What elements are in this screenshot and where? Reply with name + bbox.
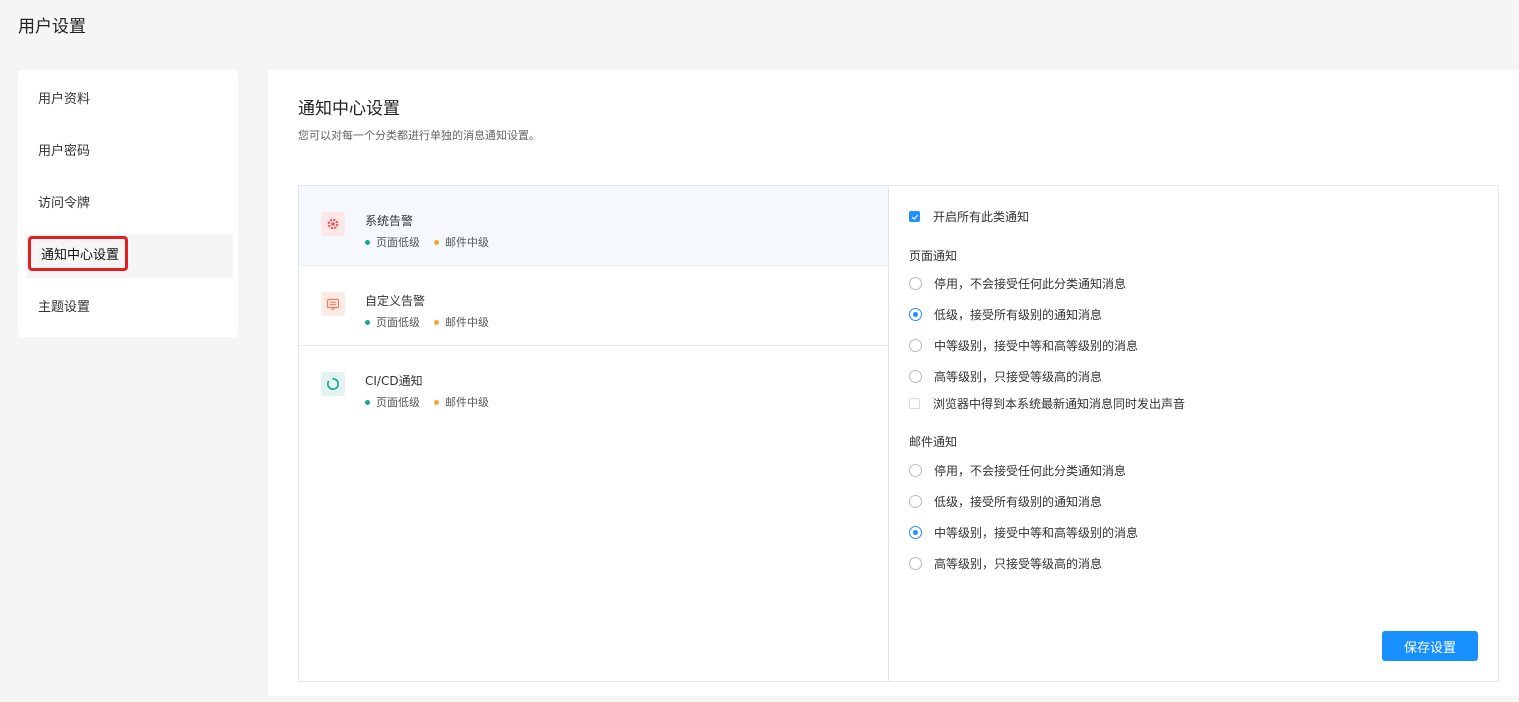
mail-level: 邮件中级 bbox=[445, 236, 489, 249]
category-name: 系统告警 bbox=[365, 214, 414, 228]
sidebar: 用户资料 用户密码 访问令牌 通知中心设置 主题设置 bbox=[18, 70, 238, 337]
mail-option-high[interactable]: 高等级别，只接受等级高的消息 bbox=[909, 555, 1102, 572]
mail-level-dot bbox=[434, 399, 439, 405]
radio-label: 停用，不会接受任何此分类通知消息 bbox=[934, 464, 1127, 478]
save-button[interactable]: 保存设置 bbox=[1382, 631, 1478, 661]
category-list: 系统告警 页面低级 邮件中级 自定义告警 页面低级 邮件中级 CI/CD通知 页… bbox=[299, 186, 889, 681]
category-levels: 页面低级 邮件中级 bbox=[365, 234, 489, 250]
enable-all-label: 开启所有此类通知 bbox=[933, 210, 1030, 224]
page-option-low[interactable]: 低级，接受所有级别的通知消息 bbox=[909, 306, 1102, 323]
page-option-disabled[interactable]: 停用，不会接受任何此分类通知消息 bbox=[909, 275, 1126, 292]
radio-unselected-icon[interactable] bbox=[909, 277, 922, 290]
refresh-icon bbox=[321, 372, 345, 396]
radio-selected-icon[interactable] bbox=[909, 308, 922, 321]
radio-selected-icon[interactable] bbox=[909, 526, 922, 539]
radio-unselected-icon[interactable] bbox=[909, 557, 922, 570]
page-level-dot bbox=[365, 399, 370, 405]
page-level: 页面低级 bbox=[376, 396, 420, 409]
radio-unselected-icon[interactable] bbox=[909, 339, 922, 352]
enable-all-checkbox[interactable]: 开启所有此类通知 bbox=[909, 208, 1029, 225]
mail-option-disabled[interactable]: 停用，不会接受任何此分类通知消息 bbox=[909, 462, 1126, 479]
sidebar-item-theme[interactable]: 主题设置 bbox=[26, 286, 233, 330]
category-custom-alert[interactable]: 自定义告警 页面低级 邮件中级 bbox=[299, 266, 888, 346]
notification-panel: 系统告警 页面低级 邮件中级 自定义告警 页面低级 邮件中级 CI/CD通知 页… bbox=[298, 185, 1499, 682]
page-title: 用户设置 bbox=[18, 17, 86, 37]
mail-level: 邮件中级 bbox=[445, 316, 489, 329]
category-levels: 页面低级 邮件中级 bbox=[365, 314, 489, 330]
page-level: 页面低级 bbox=[376, 316, 420, 329]
radio-label: 高等级别，只接受等级高的消息 bbox=[934, 557, 1103, 571]
radio-label: 低级，接受所有级别的通知消息 bbox=[934, 495, 1103, 509]
category-name: 自定义告警 bbox=[365, 294, 426, 308]
sidebar-item-label: 通知中心设置 bbox=[28, 236, 129, 271]
sidebar-item-notification-settings[interactable]: 通知中心设置 bbox=[26, 234, 233, 278]
category-levels: 页面低级 邮件中级 bbox=[365, 394, 489, 410]
main-content: 通知中心设置 您可以对每一个分类都进行单独的消息通知设置。 系统告警 页面低级 … bbox=[268, 70, 1519, 696]
radio-unselected-icon[interactable] bbox=[909, 464, 922, 477]
category-cicd[interactable]: CI/CD通知 页面低级 邮件中级 bbox=[299, 346, 888, 426]
sidebar-item-password[interactable]: 用户密码 bbox=[26, 130, 233, 174]
radio-label: 中等级别，接受中等和高等级别的消息 bbox=[934, 339, 1139, 353]
mail-level: 邮件中级 bbox=[445, 396, 489, 409]
radio-label: 中等级别，接受中等和高等级别的消息 bbox=[934, 526, 1139, 540]
category-system-alert[interactable]: 系统告警 页面低级 邮件中级 bbox=[299, 186, 888, 266]
sidebar-item-label: 访问令牌 bbox=[38, 196, 91, 211]
checkbox-checked-icon[interactable] bbox=[909, 211, 920, 222]
mail-level-dot bbox=[434, 319, 439, 325]
mail-option-medium[interactable]: 中等级别，接受中等和高等级别的消息 bbox=[909, 524, 1138, 541]
radio-unselected-icon[interactable] bbox=[909, 370, 922, 383]
sidebar-item-profile[interactable]: 用户资料 bbox=[26, 78, 233, 122]
page-notification-heading: 页面通知 bbox=[909, 249, 958, 263]
radio-label: 停用，不会接受任何此分类通知消息 bbox=[934, 277, 1127, 291]
checkbox-unchecked-icon[interactable] bbox=[909, 398, 920, 409]
section-subtitle: 您可以对每一个分类都进行单独的消息通知设置。 bbox=[298, 129, 540, 142]
mail-option-low[interactable]: 低级，接受所有级别的通知消息 bbox=[909, 493, 1102, 510]
mail-level-dot bbox=[434, 239, 439, 245]
page-level-dot bbox=[365, 319, 370, 325]
message-icon bbox=[321, 292, 345, 316]
browser-sound-label: 浏览器中得到本系统最新通知消息同时发出声音 bbox=[933, 397, 1186, 411]
section-title: 通知中心设置 bbox=[298, 99, 400, 119]
sidebar-item-access-token[interactable]: 访问令牌 bbox=[26, 182, 233, 226]
gear-icon bbox=[321, 212, 345, 236]
page-level: 页面低级 bbox=[376, 236, 420, 249]
mail-notification-heading: 邮件通知 bbox=[909, 435, 958, 449]
radio-unselected-icon[interactable] bbox=[909, 495, 922, 508]
page-option-high[interactable]: 高等级别，只接受等级高的消息 bbox=[909, 368, 1102, 385]
sidebar-item-label: 用户密码 bbox=[38, 144, 91, 159]
sidebar-item-label: 用户资料 bbox=[38, 92, 91, 107]
browser-sound-checkbox[interactable]: 浏览器中得到本系统最新通知消息同时发出声音 bbox=[909, 395, 1185, 412]
radio-label: 低级，接受所有级别的通知消息 bbox=[934, 308, 1103, 322]
category-name: CI/CD通知 bbox=[365, 374, 423, 388]
category-settings: 开启所有此类通知 页面通知 停用，不会接受任何此分类通知消息 低级，接受所有级别… bbox=[889, 186, 1498, 681]
page-option-medium[interactable]: 中等级别，接受中等和高等级别的消息 bbox=[909, 337, 1138, 354]
sidebar-item-label: 主题设置 bbox=[38, 300, 91, 315]
radio-label: 高等级别，只接受等级高的消息 bbox=[934, 370, 1103, 384]
page-level-dot bbox=[365, 239, 370, 245]
